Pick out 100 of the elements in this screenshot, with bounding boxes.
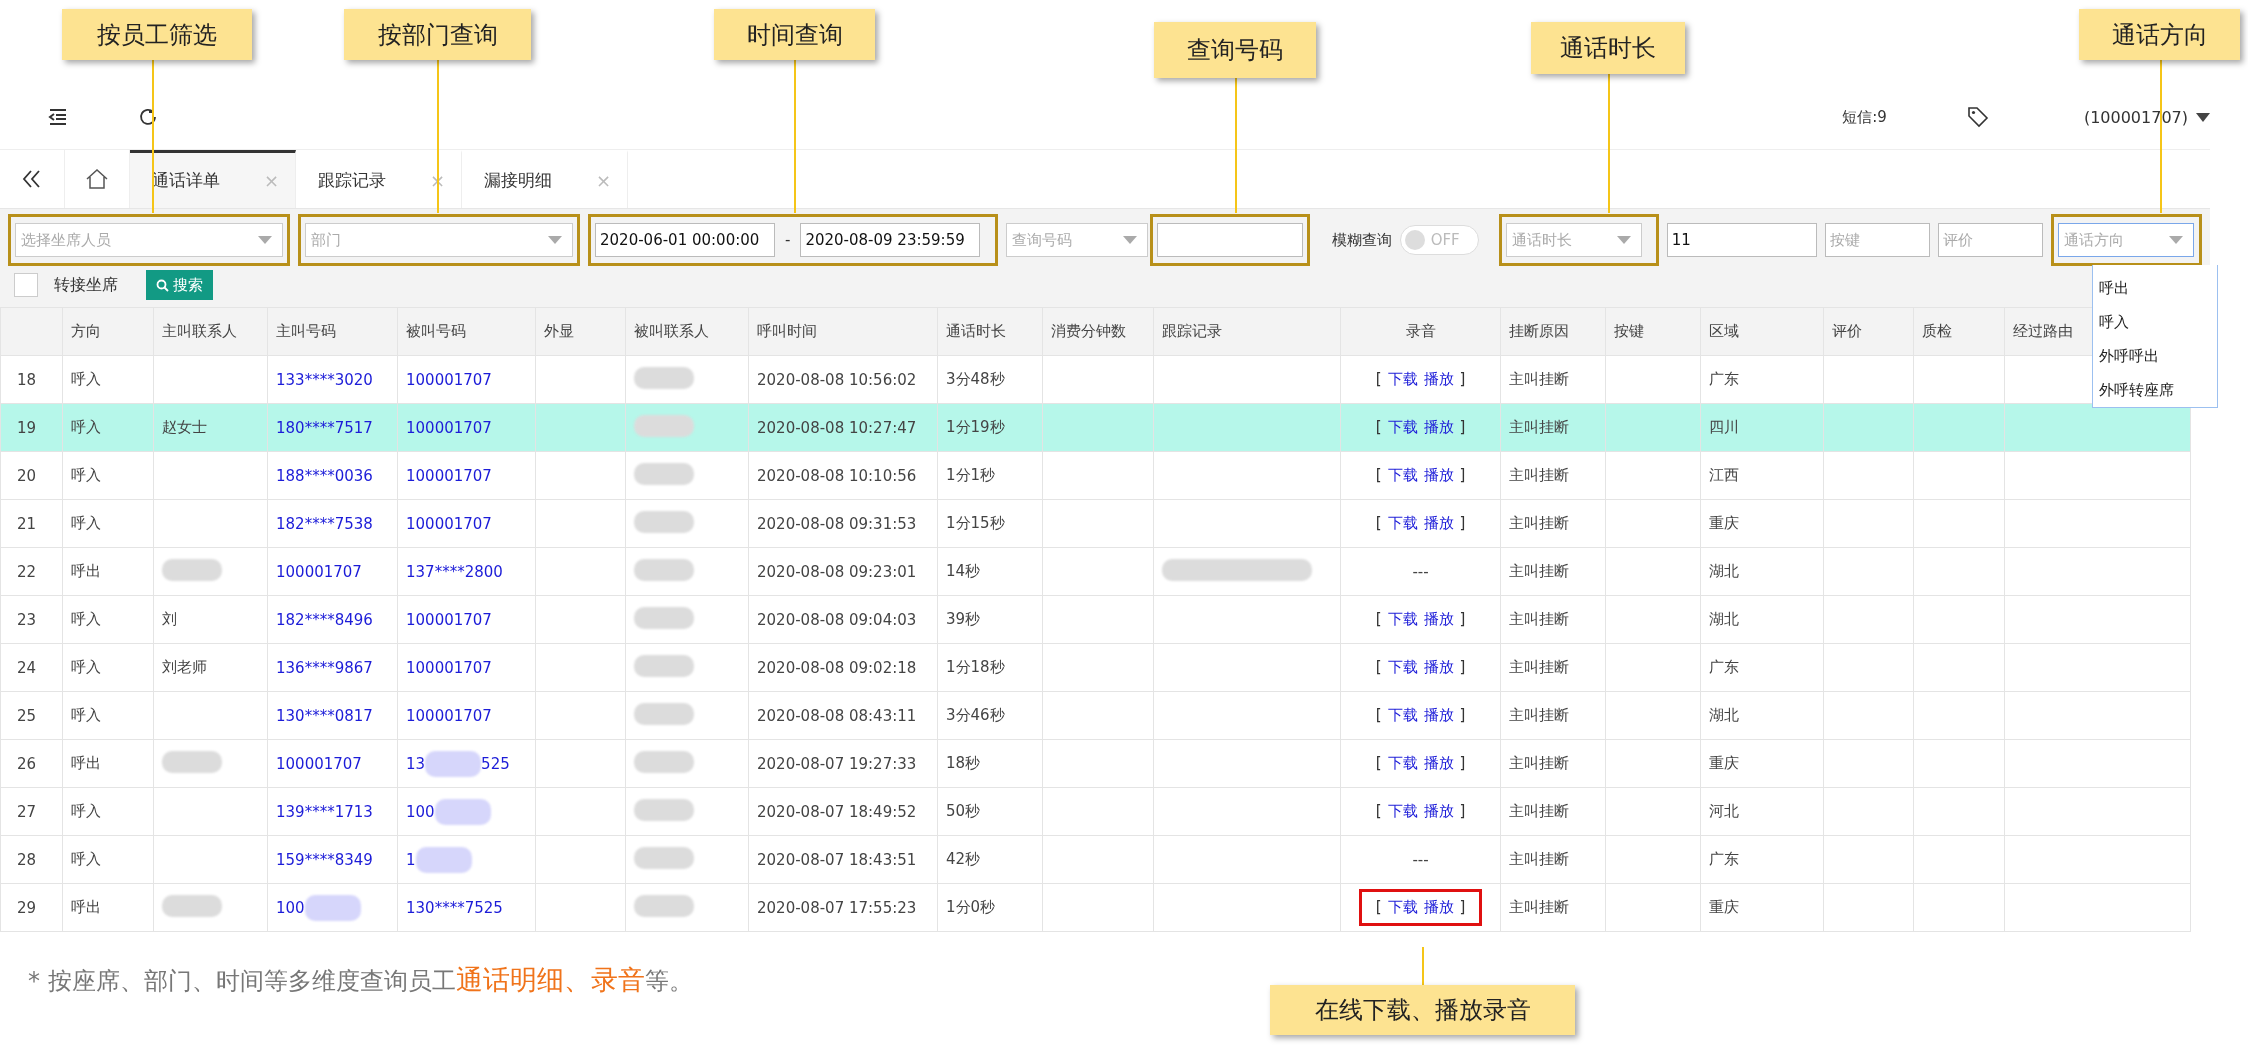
- table-cell: 1分0秒: [937, 883, 1043, 932]
- transfer-label: 转接坐席: [54, 274, 118, 296]
- refresh-icon[interactable]: [138, 107, 158, 127]
- menu-fold-icon[interactable]: [48, 109, 68, 125]
- table-cell: 呼出: [62, 547, 154, 596]
- table-cell: 2020-08-08 09:23:01: [748, 547, 938, 596]
- callout-label: 在线下载、播放录音: [1270, 985, 1575, 1035]
- table-row[interactable]: 23 呼入 刘 182****8496 100001707 2020-08-08 09:04:03 39秒 [ 下载 播放 ] 主叫挂断 湖北: [0, 595, 2191, 644]
- redaction-blur: [634, 702, 694, 725]
- table-cell: 39秒: [937, 595, 1043, 644]
- play-link[interactable]: 播放: [1423, 514, 1454, 533]
- rating-field[interactable]: 评价: [1937, 223, 2043, 257]
- table-row[interactable]: 19 呼入 赵女士 180****7517 100001707 2020-08-08 10:27:47 1分19秒 [ 下载 播放 ] 主叫挂断 四川: [0, 403, 2191, 452]
- partial-number: 100: [276, 898, 305, 917]
- download-link[interactable]: 下载: [1387, 898, 1418, 917]
- table-cell: 广东: [1700, 355, 1824, 404]
- table-cell: 136****9867: [267, 643, 398, 692]
- number-field[interactable]: [1156, 223, 1303, 257]
- collapse-icon[interactable]: [22, 170, 42, 188]
- dropdown-option[interactable]: 呼出: [2099, 271, 2217, 305]
- sms-count[interactable]: 短信:9: [1842, 107, 1887, 127]
- play-link[interactable]: 播放: [1423, 802, 1454, 821]
- column-header: 消费分钟数: [1042, 307, 1154, 356]
- end-time-field[interactable]: 2020-08-09 23:59:59: [800, 223, 981, 257]
- download-link[interactable]: 下载: [1387, 418, 1418, 437]
- column-header: 录音: [1340, 307, 1501, 356]
- table-cell: 主叫挂断: [1500, 403, 1606, 452]
- table-cell: 呼入: [62, 499, 154, 548]
- tab[interactable]: 通话详单 ×: [130, 150, 296, 208]
- redaction-blur: [434, 798, 491, 825]
- table-cell: 2020-08-07 17:55:23: [748, 883, 938, 932]
- bracket: [: [1375, 418, 1382, 437]
- redaction-blur: [634, 462, 694, 485]
- table-row[interactable]: 26 呼出 100001707 13 525 2020-08-07 19:27:33 18秒 [ 下载 播放 ] 主叫挂断 重庆: [0, 739, 2191, 788]
- column-header: 按键: [1605, 307, 1701, 356]
- bracket: [: [1375, 466, 1382, 485]
- table-cell: 呼入: [62, 451, 154, 500]
- download-link[interactable]: 下载: [1387, 466, 1418, 485]
- download-link[interactable]: 下载: [1387, 514, 1418, 533]
- table-cell: 3分46秒: [937, 691, 1043, 740]
- download-link[interactable]: 下载: [1387, 706, 1418, 725]
- transfer-checkbox[interactable]: [14, 273, 38, 297]
- table-cell: 42秒: [937, 835, 1043, 884]
- column-header: 评价: [1823, 307, 1914, 356]
- table-row[interactable]: 22 呼出 100001707 137****2800 2020-08-08 09:23:01 14秒 --- 主叫挂断 湖北: [0, 547, 2191, 596]
- play-link[interactable]: 播放: [1423, 610, 1454, 629]
- key-field[interactable]: 按键: [1824, 223, 1930, 257]
- table-cell: 2020-08-08 09:02:18: [748, 643, 938, 692]
- table-cell: 主叫挂断: [1500, 883, 1606, 932]
- row-number: 28: [0, 835, 63, 884]
- play-link[interactable]: 播放: [1423, 370, 1454, 389]
- tab[interactable]: 漏接明细 ×: [462, 150, 628, 208]
- play-link[interactable]: 播放: [1423, 898, 1454, 917]
- table-row[interactable]: 27 呼入 139****1713 100 2020-08-07 18:49:52 50秒 [ 下载 播放 ] 主叫挂断 河北: [0, 787, 2191, 836]
- redaction-blur: [634, 654, 694, 677]
- table-cell: 2020-08-08 10:56:02: [748, 355, 938, 404]
- table-cell: 159****8349: [267, 835, 398, 884]
- caret-icon[interactable]: [2196, 112, 2210, 122]
- download-link[interactable]: 下载: [1387, 802, 1418, 821]
- table-cell: 3分48秒: [937, 355, 1043, 404]
- download-link[interactable]: 下载: [1387, 754, 1418, 773]
- redaction-blur: [634, 750, 694, 773]
- table-cell: 主叫挂断: [1500, 595, 1606, 644]
- row-number: 26: [0, 739, 63, 788]
- download-link[interactable]: 下载: [1387, 658, 1418, 677]
- table-row[interactable]: 21 呼入 182****7538 100001707 2020-08-08 09:31:53 1分15秒 [ 下载 播放 ] 主叫挂断 重庆: [0, 499, 2191, 548]
- table-cell: 重庆: [1700, 739, 1824, 788]
- table-cell: ---: [1340, 835, 1501, 884]
- table-cell: 100001707: [397, 403, 536, 452]
- caption: * 按座席、部门、时间等多维度查询员工通话明细、录音等。: [28, 963, 693, 997]
- redaction-blur: [634, 606, 694, 629]
- bracket: [: [1375, 658, 1382, 677]
- table-row[interactable]: 28 呼入 159****8349 1 2020-08-07 18:43:51 42秒 --- 主叫挂断 广东: [0, 835, 2191, 884]
- tag-icon[interactable]: [1966, 106, 1989, 128]
- table-cell: 100001707: [397, 595, 536, 644]
- table-cell: 130****7525: [397, 883, 536, 932]
- table-cell: 主叫挂断: [1500, 643, 1606, 692]
- play-link[interactable]: 播放: [1423, 706, 1454, 725]
- bracket: [: [1375, 802, 1382, 821]
- search-button[interactable]: 搜索: [146, 270, 213, 300]
- redaction-blur: [425, 750, 482, 777]
- home-icon[interactable]: [86, 169, 108, 189]
- table-row[interactable]: 25 呼入 130****0817 100001707 2020-08-08 08:43:11 3分46秒 [ 下载 播放 ] 主叫挂断 湖北: [0, 691, 2191, 740]
- play-link[interactable]: 播放: [1423, 658, 1454, 677]
- table-row[interactable]: 20 呼入 188****0036 100001707 2020-08-08 10:10:56 1分1秒 [ 下载 播放 ] 主叫挂断 江西: [0, 451, 2191, 500]
- download-link[interactable]: 下载: [1387, 610, 1418, 629]
- start-time-field[interactable]: 2020-06-01 00:00:00: [595, 223, 775, 257]
- play-link[interactable]: 播放: [1423, 754, 1454, 773]
- table-cell: 刘: [153, 595, 268, 644]
- table-cell: 广东: [1700, 643, 1824, 692]
- duration-field[interactable]: 11: [1666, 223, 1817, 257]
- download-link[interactable]: 下载: [1387, 370, 1418, 389]
- redaction-blur: [634, 510, 694, 533]
- table-cell: 100001707: [397, 451, 536, 500]
- play-link[interactable]: 播放: [1423, 418, 1454, 437]
- redaction-blur: [634, 846, 694, 869]
- play-link[interactable]: 播放: [1423, 466, 1454, 485]
- table-row[interactable]: 24 呼入 刘老师 136****9867 100001707 2020-08-08 09:02:18 1分18秒 [ 下载 播放 ] 主叫挂断 广东: [0, 643, 2191, 692]
- table-cell: 呼入: [62, 643, 154, 692]
- table-row[interactable]: 29 呼出 100 130****7525 2020-08-07 17:55:23 1分0秒 [ 下载 播放 ] 主叫挂断 重庆: [0, 883, 2191, 932]
